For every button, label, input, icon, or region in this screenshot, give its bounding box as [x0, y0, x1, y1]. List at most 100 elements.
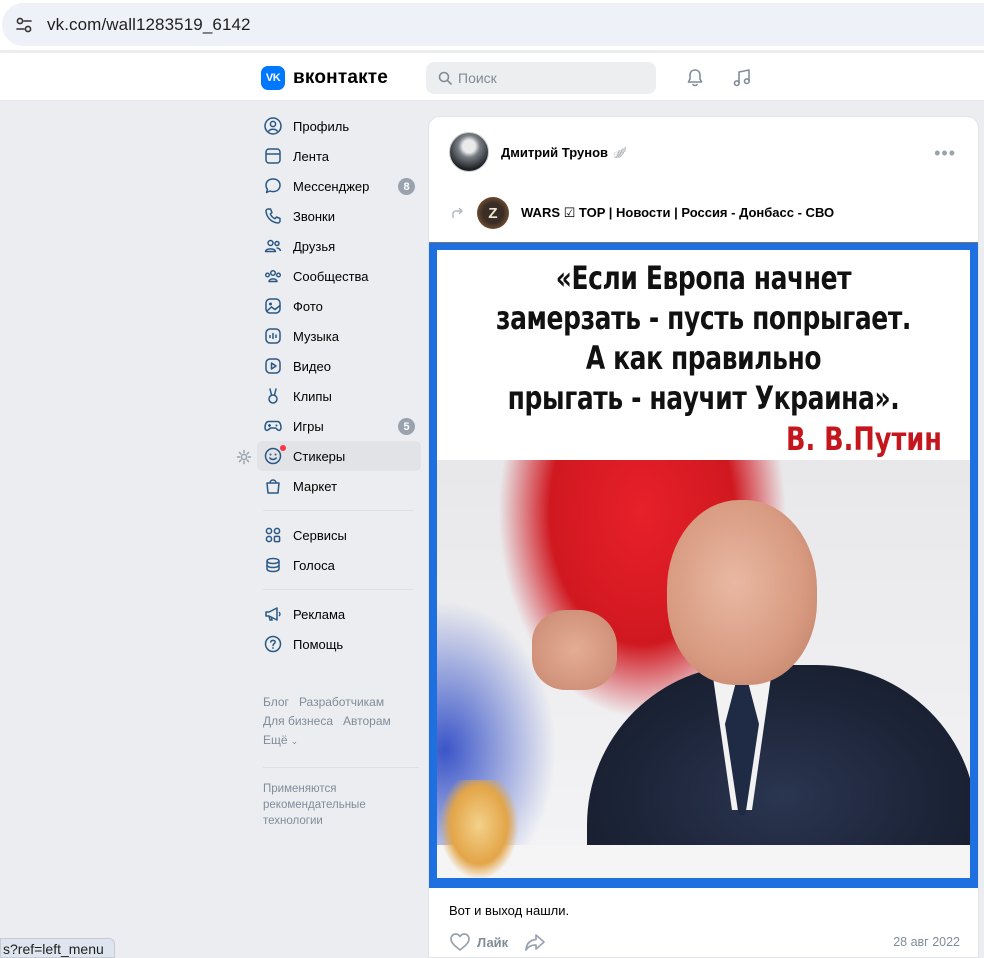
menu-item-profile[interactable]: Профиль: [257, 111, 421, 141]
music-icon: [263, 326, 283, 346]
image-quote-text: «Если Европа начнет замерзать - пусть по…: [495, 258, 912, 418]
image-quote-line: замерзать - пусть попрыгает.: [495, 299, 912, 337]
image-quote-author: В. В.Путин: [786, 420, 942, 458]
menu-label: Фото: [293, 298, 323, 314]
photo-sticker-logo: [439, 780, 519, 878]
post-image-content: «Если Европа начнет замерзать - пусть по…: [437, 250, 970, 878]
post-image[interactable]: «Если Европа начнет замерзать - пусть по…: [429, 242, 978, 888]
vk-logo[interactable]: VK вконтакте: [261, 66, 388, 90]
menu-item-friends[interactable]: Друзья: [257, 231, 421, 261]
menu-label: Игры: [293, 418, 324, 434]
menu-item-video[interactable]: Видео: [257, 351, 421, 381]
post-actions: Лайк 28 авг 2022: [449, 931, 960, 953]
author-name[interactable]: Дмитрий Трунов: [501, 145, 608, 160]
url-text[interactable]: vk.com/wall1283519_6142: [47, 15, 251, 35]
footer-link-more[interactable]: Ещё ⌄: [263, 733, 308, 747]
market-icon: [263, 476, 283, 496]
gear-icon[interactable]: [236, 449, 252, 465]
footer-link-business[interactable]: Для бизнеса: [263, 714, 333, 728]
like-label: Лайк: [477, 934, 509, 950]
post-more-button[interactable]: •••: [934, 143, 956, 164]
menu-label: Стикеры: [293, 448, 346, 464]
image-photo: [437, 460, 970, 878]
menu-item-games[interactable]: Игры 5: [257, 411, 421, 441]
services-icon: [263, 525, 283, 545]
address-bar[interactable]: vk.com/wall1283519_6142: [2, 3, 984, 46]
vk-logo-icon: VK: [261, 66, 285, 90]
menu-item-ads[interactable]: Реклама: [257, 599, 421, 629]
votes-icon: [263, 555, 283, 575]
footer-link-blog[interactable]: Блог: [263, 695, 289, 709]
games-icon: [263, 416, 283, 436]
image-quote-panel: «Если Европа начнет замерзать - пусть по…: [437, 250, 970, 460]
video-icon: [263, 356, 283, 376]
photo-head: [667, 500, 817, 685]
menu-item-votes[interactable]: Голоса: [257, 550, 421, 580]
search-box[interactable]: [426, 62, 656, 94]
clips-icon: [263, 386, 283, 406]
friends-icon: [263, 236, 283, 256]
menu-label: Друзья: [293, 238, 336, 254]
menu-label: Голоса: [293, 557, 335, 573]
footer-links: Блог Разработчикам Для бизнеса Авторам Ещё…: [263, 693, 423, 751]
menu-item-news[interactable]: Лента: [257, 141, 421, 171]
footer-link-authors[interactable]: Авторам: [343, 714, 391, 728]
post-text: Вот и выход нашли.: [449, 903, 570, 918]
menu-item-clips[interactable]: Клипы: [257, 381, 421, 411]
share-button[interactable]: [524, 932, 546, 952]
browser-toolbar: vk.com/wall1283519_6142: [0, 0, 984, 50]
notifications-bell-icon[interactable]: [683, 66, 707, 90]
heart-icon: [450, 933, 470, 951]
menu-label: Маркет: [293, 478, 338, 494]
menu-item-photo[interactable]: Фото: [257, 291, 421, 321]
like-button[interactable]: Лайк: [449, 932, 508, 952]
menu-item-market[interactable]: Маркет: [257, 471, 421, 501]
menu-label: Музыка: [293, 328, 339, 344]
vk-logo-text: вконтакте: [293, 67, 389, 88]
post-date[interactable]: 28 авг 2022: [893, 935, 960, 949]
author-status-icon: 🪽: [613, 146, 627, 159]
footer-link-developers[interactable]: Разработчикам: [299, 695, 384, 709]
menu-label: Клипы: [293, 388, 332, 404]
menu-label: Реклама: [293, 606, 346, 622]
phone-icon: [263, 206, 283, 226]
messenger-icon: [263, 176, 283, 196]
post-header: Дмитрий Трунов 🪽: [449, 132, 627, 172]
group-avatar[interactable]: Z: [477, 197, 509, 229]
unread-count-badge: 8: [398, 178, 415, 195]
site-info-icon[interactable]: [9, 10, 39, 40]
repost-source: Z WARS ☑ TOP | Новости | Россия - Донбас…: [449, 197, 834, 229]
news-icon: [263, 146, 283, 166]
menu-item-messenger[interactable]: Мессенджер 8: [257, 171, 421, 201]
menu-item-help[interactable]: Помощь: [257, 629, 421, 659]
status-bar-url: s?ref=left_menu: [0, 938, 115, 958]
menu-item-communities[interactable]: Сообщества: [257, 261, 421, 291]
ads-icon: [263, 604, 283, 624]
communities-icon: [263, 266, 283, 286]
menu-item-stickers[interactable]: Стикеры: [257, 441, 421, 471]
menu-item-calls[interactable]: Звонки: [257, 201, 421, 231]
games-count-badge: 5: [398, 418, 415, 435]
menu-label: Мессенджер: [293, 178, 370, 194]
search-input[interactable]: [458, 70, 638, 86]
menu-item-services[interactable]: Сервисы: [257, 520, 421, 550]
music-player-icon[interactable]: [730, 66, 754, 90]
menu-label: Сообщества: [293, 268, 369, 284]
recommendation-notice[interactable]: Применяются рекомендательные технологии: [263, 781, 413, 829]
menu-item-music[interactable]: Музыка: [257, 321, 421, 351]
photo-icon: [263, 296, 283, 316]
menu-label: Сервисы: [293, 527, 347, 543]
author-avatar[interactable]: [449, 132, 489, 172]
repost-group-name[interactable]: WARS ☑ TOP | Новости | Россия - Донбасс …: [521, 205, 834, 221]
wall-post: Дмитрий Трунов 🪽 ••• Z WARS ☑ TOP | Ново…: [428, 116, 979, 958]
search-icon: [438, 71, 452, 85]
menu-label: Лента: [293, 148, 329, 164]
menu-divider: [263, 510, 413, 511]
menu-label: Профиль: [293, 118, 350, 134]
share-arrow-icon: [525, 934, 546, 951]
image-quote-line: «Если Европа начнет: [555, 259, 852, 297]
menu-divider: [263, 589, 413, 590]
left-menu: Профиль Лента Мессенджер 8 Звонки Друзья…: [257, 111, 421, 659]
menu-label: Видео: [293, 358, 331, 374]
chevron-down-icon: ⌄: [290, 736, 299, 746]
